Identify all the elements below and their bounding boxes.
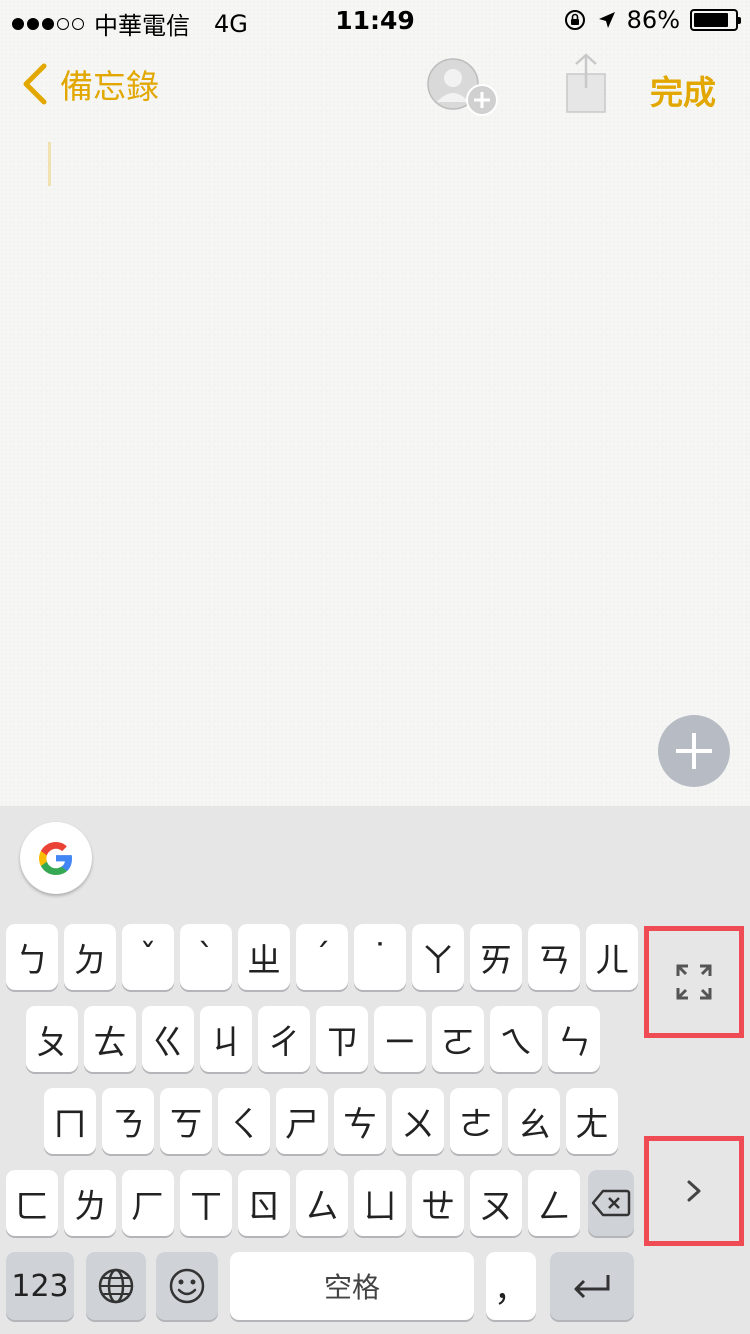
key[interactable]: ㄩ bbox=[354, 1170, 406, 1236]
globe-key[interactable] bbox=[86, 1252, 146, 1320]
key[interactable]: ㄓ bbox=[238, 924, 290, 990]
key[interactable]: ㄘ bbox=[334, 1088, 386, 1154]
key[interactable]: ㄑ bbox=[218, 1088, 270, 1154]
key-row-5: 123 空格 ， bbox=[0, 1252, 750, 1334]
key[interactable]: ㄆ bbox=[26, 1006, 78, 1072]
expand-button[interactable] bbox=[649, 931, 739, 1033]
key[interactable]: ㄌ bbox=[64, 1170, 116, 1236]
gboard-keyboard: ㄅ ㄉ ˇ ˋ ㄓ ˊ ˙ ㄚ ㄞ ㄢ ㄦ ㄆ ㄊ ㄍ ㄐ ㄔ ㄗ ㄧ ㄛ ㄟ … bbox=[0, 806, 750, 1334]
key[interactable]: ㄋ bbox=[102, 1088, 154, 1154]
add-people-icon[interactable] bbox=[426, 56, 502, 118]
numbers-key[interactable]: 123 bbox=[6, 1252, 74, 1320]
next-button[interactable] bbox=[649, 1141, 739, 1241]
key[interactable]: ˊ bbox=[296, 924, 348, 990]
key[interactable]: ㄚ bbox=[412, 924, 464, 990]
battery-percent: 86% bbox=[626, 6, 680, 34]
key[interactable]: ㄅ bbox=[6, 924, 58, 990]
google-logo-button[interactable] bbox=[20, 822, 92, 894]
back-button[interactable]: 備忘錄 bbox=[20, 60, 159, 108]
emoji-key[interactable] bbox=[156, 1252, 218, 1320]
key[interactable]: ㄝ bbox=[412, 1170, 464, 1236]
key[interactable]: ㄣ bbox=[548, 1006, 600, 1072]
key[interactable]: ㄞ bbox=[470, 924, 522, 990]
chevron-left-icon bbox=[23, 63, 47, 105]
rotation-lock-icon bbox=[564, 10, 585, 30]
key[interactable]: ㄨ bbox=[392, 1088, 444, 1154]
return-icon bbox=[574, 1275, 610, 1299]
key[interactable]: ㄍ bbox=[142, 1006, 194, 1072]
key[interactable]: ㄛ bbox=[432, 1006, 484, 1072]
chevron-right-icon bbox=[687, 1180, 701, 1202]
key[interactable]: ㄤ bbox=[566, 1088, 618, 1154]
share-icon[interactable] bbox=[564, 52, 608, 114]
key[interactable]: ㄧ bbox=[374, 1006, 426, 1072]
key[interactable]: ˇ bbox=[122, 924, 174, 990]
smiley-icon bbox=[169, 1268, 205, 1304]
key[interactable]: ㄠ bbox=[508, 1088, 560, 1154]
key[interactable]: ㄇ bbox=[44, 1088, 96, 1154]
key[interactable]: ㄒ bbox=[180, 1170, 232, 1236]
key[interactable]: ㄔ bbox=[258, 1006, 310, 1072]
back-button-label: 備忘錄 bbox=[60, 67, 159, 106]
status-bar: 中華電信 4G 11:49 86% bbox=[0, 0, 750, 40]
key[interactable]: ˋ bbox=[180, 924, 232, 990]
comma-key[interactable]: ， bbox=[486, 1252, 536, 1320]
key[interactable]: ㄜ bbox=[450, 1088, 502, 1154]
battery-icon bbox=[690, 9, 741, 31]
backspace-icon bbox=[591, 1189, 631, 1217]
key[interactable]: ㄙ bbox=[296, 1170, 348, 1236]
space-key[interactable]: 空格 bbox=[230, 1252, 474, 1320]
key[interactable]: ㄟ bbox=[490, 1006, 542, 1072]
google-g-icon bbox=[39, 842, 72, 875]
nav-bar: 備忘錄 完成 bbox=[0, 46, 750, 126]
key[interactable]: ㄎ bbox=[160, 1088, 212, 1154]
key[interactable]: ㄐ bbox=[200, 1006, 252, 1072]
location-arrow-icon bbox=[598, 12, 615, 28]
key[interactable]: ㄗ bbox=[316, 1006, 368, 1072]
key-row-3: ㄇ ㄋ ㄎ ㄑ ㄕ ㄘ ㄨ ㄜ ㄠ ㄤ bbox=[0, 1088, 750, 1170]
key[interactable]: ㄡ bbox=[470, 1170, 522, 1236]
key-row-1: ㄅ ㄉ ˇ ˋ ㄓ ˊ ˙ ㄚ ㄞ ㄢ ㄦ bbox=[0, 924, 750, 1006]
text-cursor bbox=[48, 142, 51, 186]
key[interactable]: ㄏ bbox=[122, 1170, 174, 1236]
add-button[interactable] bbox=[658, 715, 730, 787]
key[interactable]: ㄥ bbox=[528, 1170, 580, 1236]
key[interactable]: ˙ bbox=[354, 924, 406, 990]
return-key[interactable] bbox=[550, 1252, 634, 1320]
key[interactable]: ㄕ bbox=[276, 1088, 328, 1154]
key[interactable]: ㄦ bbox=[586, 924, 638, 990]
key[interactable]: ㄉ bbox=[64, 924, 116, 990]
key[interactable]: ㄊ bbox=[84, 1006, 136, 1072]
expand-icon bbox=[676, 964, 712, 1000]
backspace-key[interactable] bbox=[588, 1170, 634, 1236]
key-row-2: ㄆ ㄊ ㄍ ㄐ ㄔ ㄗ ㄧ ㄛ ㄟ ㄣ bbox=[0, 1006, 750, 1088]
done-button[interactable]: 完成 bbox=[650, 66, 716, 114]
key[interactable]: ㄖ bbox=[238, 1170, 290, 1236]
globe-icon bbox=[98, 1268, 134, 1304]
key[interactable]: ㄈ bbox=[6, 1170, 58, 1236]
key-row-4: ㄈ ㄌ ㄏ ㄒ ㄖ ㄙ ㄩ ㄝ ㄡ ㄥ bbox=[0, 1170, 750, 1252]
key[interactable]: ㄢ bbox=[528, 924, 580, 990]
